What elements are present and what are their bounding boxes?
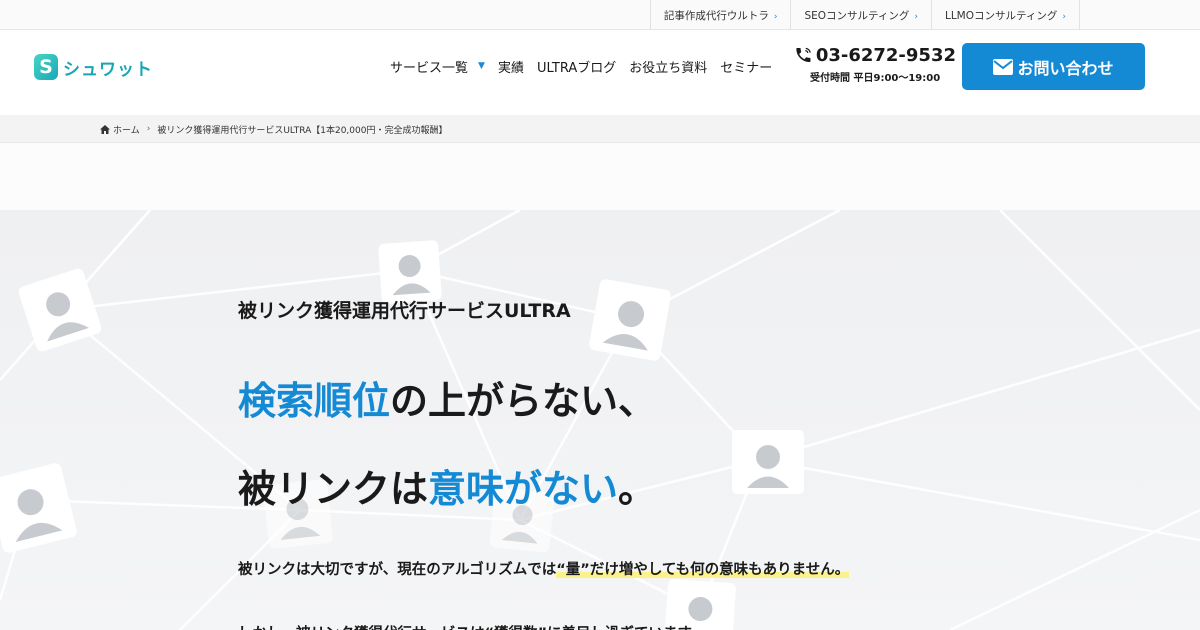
chevron-right-icon: › bbox=[914, 11, 918, 22]
breadcrumb: ホーム › 被リンク獲得運用代行サービスULTRA【1本20,000円・完全成功… bbox=[100, 115, 447, 143]
utility-link-article-writing[interactable]: 記事作成代行ウルトラ › bbox=[651, 0, 792, 30]
logo-mark-icon: S bbox=[34, 54, 58, 80]
business-hours: 受付時間 平日9:00〜19:00 bbox=[810, 73, 941, 84]
hero-lead-text: 被リンクは大切ですが、現在のアルゴリズムでは“量”だけ増やしても何の意味もありま… bbox=[238, 562, 850, 578]
site-logo[interactable]: S シュワット bbox=[34, 53, 153, 81]
contact-button[interactable]: お問い合わせ bbox=[962, 43, 1145, 90]
nav-item-seminar[interactable]: セミナー bbox=[720, 57, 772, 76]
utility-bar: 記事作成代行ウルトラ › SEOコンサルティング › LLMOコンサルティング … bbox=[0, 0, 1200, 30]
nav-item-resources[interactable]: お役立ち資料 bbox=[629, 57, 707, 76]
hero-headline-line1: 検索順位の上がらない、 bbox=[238, 379, 657, 423]
breadcrumb-bar: ホーム › 被リンク獲得運用代行サービスULTRA【1本20,000円・完全成功… bbox=[0, 115, 1200, 143]
logo-text: シュワット bbox=[63, 59, 153, 80]
phone-number: 03-6272-9532 bbox=[815, 44, 956, 66]
nav-item-results[interactable]: 実績 bbox=[498, 57, 524, 76]
main-nav: サービス一覧 ▼ 実績 ULTRAブログ お役立ち資料 セミナー bbox=[390, 56, 785, 76]
contact-button-label: お問い合わせ bbox=[1017, 58, 1114, 78]
utility-link-seo-consulting[interactable]: SEOコンサルティング › bbox=[791, 0, 932, 30]
phone-contact[interactable]: 03-6272-9532 受付時間 平日9:00〜19:00 bbox=[794, 44, 956, 88]
header-spacer bbox=[0, 143, 1200, 210]
hero-cut-off-text: しかし、被リンク獲得代行サービスは“獲得数”に着目し過ぎています。 bbox=[238, 622, 705, 630]
breadcrumb-home[interactable]: ホーム bbox=[100, 123, 140, 136]
nav-item-blog[interactable]: ULTRAブログ bbox=[537, 57, 616, 76]
utility-link-llmo-consulting[interactable]: LLMOコンサルティング › bbox=[932, 0, 1080, 30]
chevron-right-icon: › bbox=[773, 11, 778, 22]
breadcrumb-current: 被リンク獲得運用代行サービスULTRA【1本20,000円・完全成功報酬】 bbox=[157, 125, 448, 136]
highlighted-text: “量”だけ増やしても何の意味もありません。 bbox=[556, 562, 850, 578]
hero-headline-line2: 被リンクは意味がない。 bbox=[238, 467, 657, 511]
hero-eyebrow: 被リンク獲得運用代行サービスULTRA bbox=[238, 300, 571, 322]
hero-section: 被リンク獲得運用代行サービスULTRA 検索順位の上がらない、 被リンクは意味が… bbox=[0, 210, 1200, 630]
mail-icon bbox=[993, 58, 1014, 75]
chevron-right-icon: › bbox=[1062, 11, 1066, 22]
phone-icon bbox=[796, 47, 811, 63]
breadcrumb-separator-icon: › bbox=[146, 124, 151, 134]
home-icon bbox=[100, 124, 110, 134]
site-header: S シュワット サービス一覧 ▼ 実績 ULTRAブログ お役立ち資料 セミナー… bbox=[0, 30, 1200, 115]
utility-links: 記事作成代行ウルトラ › SEOコンサルティング › LLMOコンサルティング … bbox=[649, 0, 1080, 30]
nav-item-services[interactable]: サービス一覧 ▼ bbox=[390, 57, 485, 76]
caret-down-icon: ▼ bbox=[478, 61, 485, 71]
